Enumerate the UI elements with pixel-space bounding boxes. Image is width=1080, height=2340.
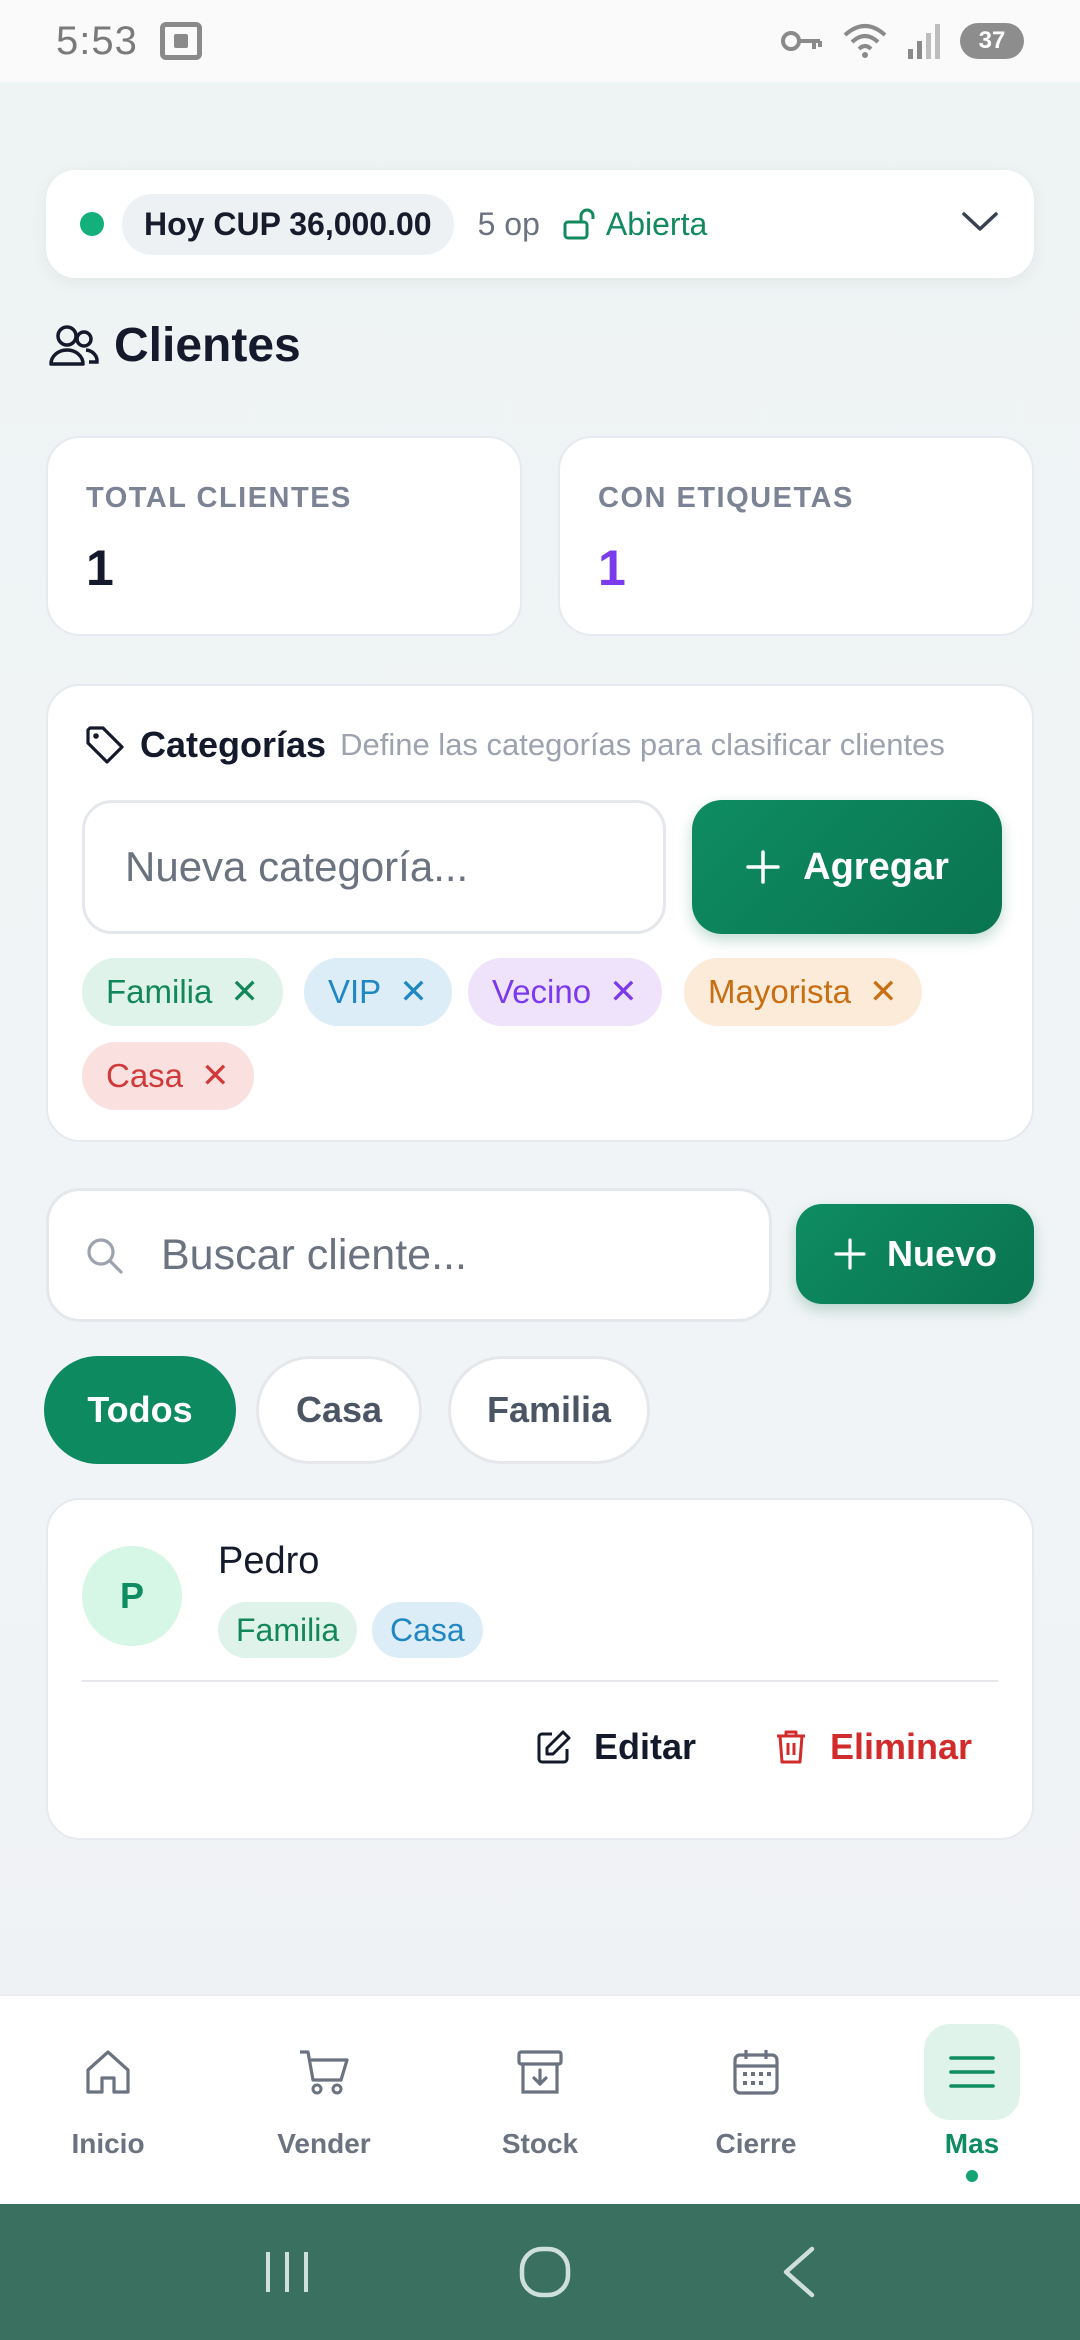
status-bar: 5:53 37 (0, 0, 1080, 82)
cash-session-bar[interactable]: Hoy CUP 36,000.00 5 op Abierta (46, 170, 1034, 278)
client-card[interactable]: P Pedro Familia Casa Editar Eliminar (46, 1498, 1034, 1840)
category-chip-vecino: Vecino ✕ (468, 958, 662, 1026)
signal-icon (908, 24, 940, 59)
categories-subtitle: Define las categorías para clasificar cl… (340, 727, 945, 762)
nav-item-stock[interactable]: Stock (432, 1996, 648, 2206)
search-icon (87, 1238, 123, 1274)
new-client-button[interactable]: Nuevo (796, 1204, 1034, 1304)
nav-label: Vender (277, 2128, 371, 2159)
stat-value: 1 (598, 540, 626, 596)
filter-casa[interactable]: Casa (256, 1356, 422, 1464)
cart-icon (276, 2024, 372, 2120)
category-chip-casa: Casa ✕ (82, 1042, 254, 1110)
page-header: Clientes (48, 318, 301, 373)
category-chip-vip: VIP ✕ (304, 958, 452, 1026)
nav-label: Stock (501, 2128, 579, 2159)
nav-label: Mas (944, 2128, 1000, 2159)
recent-apps-icon[interactable] (262, 2248, 312, 2296)
new-client-label: Nuevo (886, 1233, 998, 1274)
home-button-icon[interactable] (517, 2244, 573, 2300)
bottom-navigation: Inicio Vender Stock Cierre Mas (0, 1994, 1080, 2204)
remove-category-icon[interactable]: ✕ (869, 972, 898, 1012)
client-name: Pedro (218, 1540, 320, 1582)
stat-label: TOTAL CLIENTES (86, 482, 352, 514)
tag-icon (86, 726, 124, 764)
session-state-label: Abierta (605, 205, 708, 242)
edit-client-button[interactable]: Editar (536, 1726, 696, 1768)
category-chip-familia: Familia ✕ (82, 958, 283, 1026)
stat-card-tagged-clients: CON ETIQUETAS 1 (558, 436, 1034, 636)
calendar-icon (708, 2024, 804, 2120)
trash-icon (777, 1730, 805, 1764)
nav-item-mas[interactable]: Mas (864, 1996, 1080, 2206)
stat-value: 1 (86, 540, 114, 596)
page-title: Clientes (114, 319, 301, 372)
screen-record-icon (159, 22, 202, 60)
nav-item-inicio[interactable]: Inicio (0, 1996, 216, 2206)
divider (82, 1680, 998, 1682)
status-time: 5:53 (56, 18, 138, 63)
edit-label: Editar (594, 1726, 697, 1767)
nav-item-cierre[interactable]: Cierre (648, 1996, 864, 2206)
archive-icon (492, 2024, 588, 2120)
remove-category-icon[interactable]: ✕ (399, 972, 428, 1012)
plus-icon (746, 850, 780, 884)
menu-icon (924, 2024, 1020, 2120)
filter-familia[interactable]: Familia (448, 1356, 650, 1464)
active-indicator-dot (966, 2170, 978, 2182)
stat-card-total-clients: TOTAL CLIENTES 1 (46, 436, 522, 636)
edit-icon (537, 1730, 571, 1764)
client-tag-familia: Familia (218, 1602, 358, 1658)
categories-card: Categorías Define las categorías para cl… (46, 684, 1034, 1142)
battery-indicator: 37 (960, 23, 1024, 59)
home-icon (60, 2024, 156, 2120)
filter-todos[interactable]: Todos (44, 1356, 236, 1464)
chevron-down-icon[interactable] (960, 210, 1000, 239)
new-category-input[interactable]: Nueva categoría... (82, 800, 666, 934)
nav-label: Cierre (715, 2128, 797, 2159)
client-tag-casa: Casa (372, 1602, 483, 1658)
today-total-pill: Hoy CUP 36,000.00 (122, 193, 454, 255)
nav-label: Inicio (71, 2128, 145, 2159)
category-chip-label: Casa (106, 1057, 184, 1094)
wifi-icon (843, 24, 887, 58)
users-icon (49, 324, 99, 366)
client-search-input[interactable]: Buscar cliente... (46, 1188, 772, 1322)
unlock-icon (563, 208, 595, 240)
category-chip-mayorista: Mayorista ✕ (684, 958, 922, 1026)
key-icon (781, 31, 822, 51)
category-chip-label: Mayorista (708, 973, 852, 1010)
remove-category-icon[interactable]: ✕ (230, 972, 259, 1012)
session-status-dot (80, 212, 104, 236)
categories-title: Categorías (140, 724, 327, 765)
status-icons: 37 (780, 21, 1024, 61)
plus-icon (834, 1238, 866, 1270)
category-chip-label: Vecino (492, 973, 592, 1010)
remove-category-icon[interactable]: ✕ (609, 972, 638, 1012)
stat-label: CON ETIQUETAS (598, 482, 854, 514)
add-category-label: Agregar (803, 845, 949, 888)
system-navigation-bar (0, 2204, 1080, 2340)
category-chip-label: Familia (106, 973, 213, 1010)
back-icon[interactable] (778, 2245, 818, 2299)
avatar: P (82, 1546, 182, 1646)
add-category-button[interactable]: Agregar (692, 800, 1002, 934)
delete-label: Eliminar (830, 1726, 973, 1767)
nav-item-vender[interactable]: Vender (216, 1996, 432, 2206)
session-state: Abierta (562, 206, 707, 243)
category-chip-label: VIP (328, 973, 382, 1010)
remove-category-icon[interactable]: ✕ (201, 1056, 230, 1096)
delete-client-button[interactable]: Eliminar (774, 1726, 972, 1768)
search-placeholder: Buscar cliente... (161, 1230, 467, 1279)
categories-header: Categorías Define las categorías para cl… (84, 724, 1014, 766)
operations-count: 5 op (477, 205, 540, 242)
